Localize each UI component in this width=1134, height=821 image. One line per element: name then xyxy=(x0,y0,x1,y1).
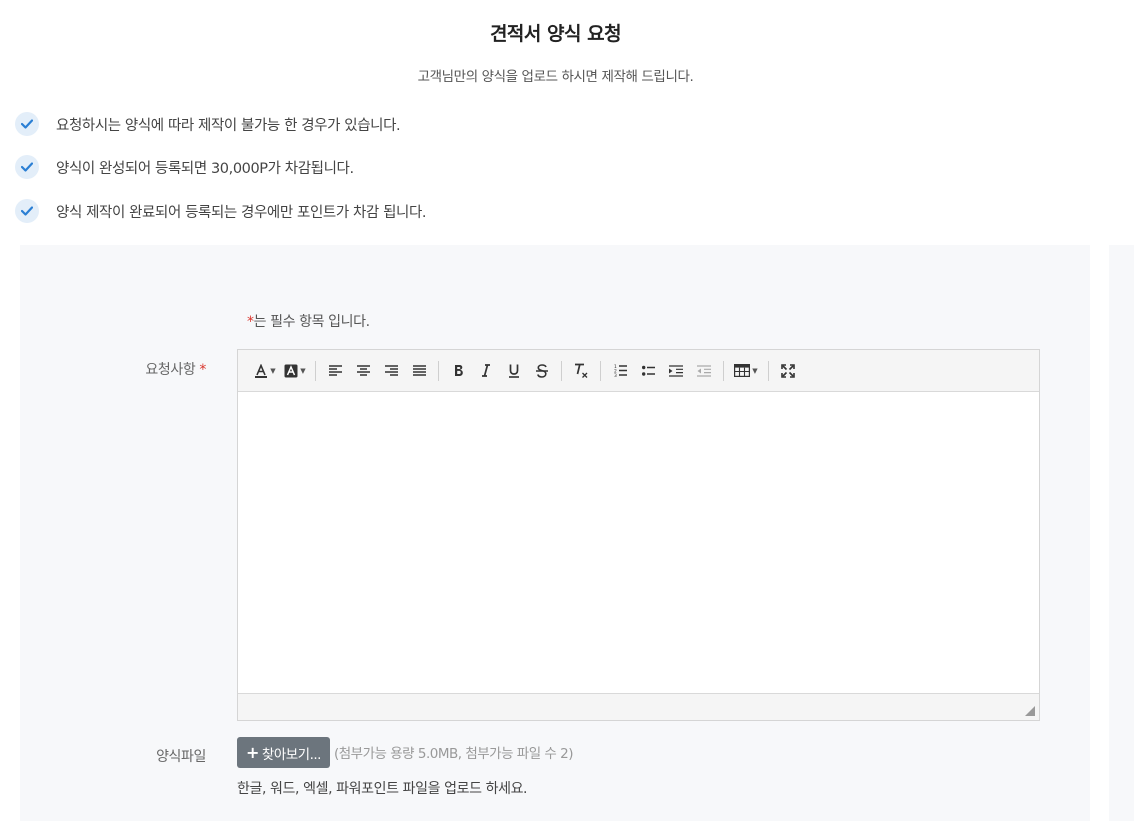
required-star: * xyxy=(247,314,254,330)
chevron-down-icon: ▼ xyxy=(300,366,306,375)
toolbar-separator xyxy=(600,360,601,381)
toolbar-separator xyxy=(768,360,769,381)
plus-icon: + xyxy=(246,743,259,762)
browse-button[interactable]: + 찾아보기... xyxy=(237,737,330,768)
notice-text: 요청하시는 양식에 따라 제작이 불가능 한 경우가 있습니다. xyxy=(56,117,401,134)
bold-icon[interactable] xyxy=(444,358,472,384)
clear-format-icon[interactable] xyxy=(567,358,595,384)
indent-icon[interactable] xyxy=(662,358,690,384)
page: 견적서 양식 요청 고객님만의 양식을 업로드 하시면 제작해 드립니다. 요청… xyxy=(0,0,1134,821)
editor-content-area[interactable] xyxy=(238,392,1039,693)
check-icon xyxy=(15,155,39,179)
check-icon xyxy=(15,112,39,136)
table-icon[interactable]: ▼ xyxy=(729,358,763,384)
file-label: 양식파일 xyxy=(156,749,206,765)
unordered-list-icon[interactable] xyxy=(634,358,662,384)
page-subtitle: 고객님만의 양식을 업로드 하시면 제작해 드립니다. xyxy=(417,69,694,85)
align-justify-icon[interactable] xyxy=(405,358,433,384)
outdent-icon[interactable] xyxy=(690,358,718,384)
notice-item: 양식 제작이 완료되어 등록되는 경우에만 포인트가 차감 됩니다. xyxy=(15,199,427,223)
page-title: 견적서 양식 요청 xyxy=(489,23,622,45)
toolbar-separator xyxy=(315,360,316,381)
toolbar-separator xyxy=(723,360,724,381)
ordered-list-icon[interactable]: 123 xyxy=(606,358,634,384)
svg-text:3: 3 xyxy=(614,373,617,377)
resize-handle-icon[interactable] xyxy=(1025,706,1035,716)
upload-hint: 한글, 워드, 엑셀, 파워포인트 파일을 업로드 하세요. xyxy=(237,781,528,797)
strikethrough-icon[interactable] xyxy=(528,358,556,384)
required-star: * xyxy=(199,362,206,378)
required-note-text: 는 필수 항목 입니다. xyxy=(253,314,370,330)
notice-item: 요청하시는 양식에 따라 제작이 불가능 한 경우가 있습니다. xyxy=(15,112,401,136)
chevron-down-icon: ▼ xyxy=(752,366,758,375)
check-icon xyxy=(15,199,39,223)
rich-text-editor: ▼ ▼ 1 2 3 ▼ xyxy=(237,349,1040,721)
editor-status-bar xyxy=(238,693,1039,720)
notice-item: 양식이 완성되어 등록되면 30,000P가 차감됩니다. xyxy=(15,155,354,179)
align-left-icon[interactable] xyxy=(321,358,349,384)
text-color-icon[interactable]: ▼ xyxy=(250,358,280,384)
background-color-icon[interactable]: ▼ xyxy=(280,358,310,384)
notice-text: 양식이 완성되어 등록되면 30,000P가 차감됩니다. xyxy=(56,160,354,177)
request-label: 요청사항 * xyxy=(20,359,206,379)
toolbar-separator xyxy=(438,360,439,381)
align-center-icon[interactable] xyxy=(349,358,377,384)
underline-icon[interactable] xyxy=(500,358,528,384)
browse-button-label: 찾아보기... xyxy=(261,746,322,763)
align-right-icon[interactable] xyxy=(377,358,405,384)
attach-hint: (첨부가능 용량 5.0MB, 첨부가능 파일 수 2) xyxy=(334,746,574,762)
italic-icon[interactable] xyxy=(472,358,500,384)
request-label-text: 요청사항 xyxy=(145,362,196,378)
toolbar-separator xyxy=(561,360,562,381)
side-panel-edge xyxy=(1109,245,1134,821)
required-note: *는 필수 항목 입니다. xyxy=(247,311,370,331)
chevron-down-icon: ▼ xyxy=(270,366,276,375)
notice-text: 양식 제작이 완료되어 등록되는 경우에만 포인트가 차감 됩니다. xyxy=(56,204,427,221)
editor-toolbar: ▼ ▼ 1 2 3 ▼ xyxy=(238,350,1039,392)
fullscreen-icon[interactable] xyxy=(774,358,802,384)
